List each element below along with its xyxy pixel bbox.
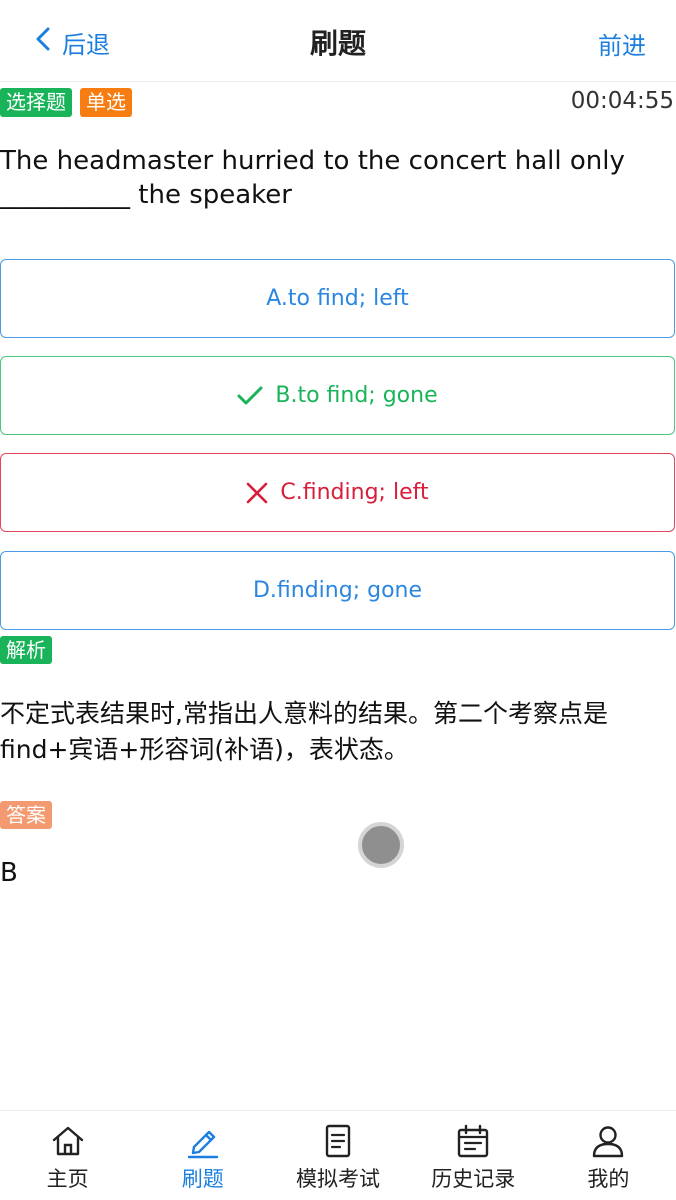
question-type-tag: 选择题	[0, 88, 72, 117]
nav-label: 我的	[587, 1167, 630, 1191]
nav-label: 刷题	[181, 1167, 224, 1191]
nav-mock-exam[interactable]: 模拟考试	[270, 1111, 405, 1200]
nav-home[interactable]: 主页	[0, 1111, 135, 1200]
page-title: 刷题	[309, 27, 366, 60]
document-icon	[325, 1124, 351, 1158]
option-c[interactable]: C.finding; left	[0, 453, 675, 532]
nav-label: 历史记录	[431, 1167, 516, 1191]
user-icon	[593, 1126, 624, 1158]
pencil-icon	[187, 1130, 218, 1159]
nav-practice[interactable]: 刷题	[135, 1111, 270, 1200]
option-label: D.finding; gone	[252, 578, 423, 603]
nav-label: 主页	[46, 1167, 89, 1191]
bottom-nav: 主页 刷题 模拟考试 历史记录 我的	[0, 1110, 676, 1200]
quiz-page: 后退 刷题 前进 选择题 单选 00:04:55 The headmaster …	[0, 0, 676, 1200]
cross-icon	[246, 482, 268, 504]
option-label: B.to find; gone	[275, 383, 438, 408]
option-a[interactable]: A.to find; left	[0, 259, 675, 338]
calendar-icon	[458, 1124, 489, 1158]
analysis-text: 不定式表结果时,常指出人意料的结果。第二个考察点是find+宾语+形容词(补语)…	[0, 699, 608, 764]
timer: 00:04:55	[570, 88, 674, 114]
answer-text: B	[0, 858, 18, 888]
question-text: The headmaster hurried to the concert ha…	[0, 146, 625, 210]
forward-button[interactable]: 前进	[598, 26, 646, 61]
nav-profile[interactable]: 我的	[541, 1111, 676, 1200]
option-d[interactable]: D.finding; gone	[0, 551, 675, 630]
top-bar: 后退 刷题 前进	[0, 0, 676, 82]
analysis-badge: 解析	[0, 636, 52, 664]
check-icon	[237, 385, 263, 407]
answer-badge: 答案	[0, 801, 52, 829]
nav-history[interactable]: 历史记录	[406, 1111, 541, 1200]
floating-button[interactable]	[358, 822, 404, 868]
question-mode-tag: 单选	[80, 88, 132, 117]
option-label: C.finding; left	[280, 480, 429, 505]
option-b[interactable]: B.to find; gone	[0, 356, 675, 435]
option-label: A.to find; left	[266, 286, 409, 311]
nav-label: 模拟考试	[296, 1167, 380, 1191]
question-meta: 选择题 单选 00:04:55	[0, 88, 676, 118]
home-icon	[52, 1126, 83, 1156]
